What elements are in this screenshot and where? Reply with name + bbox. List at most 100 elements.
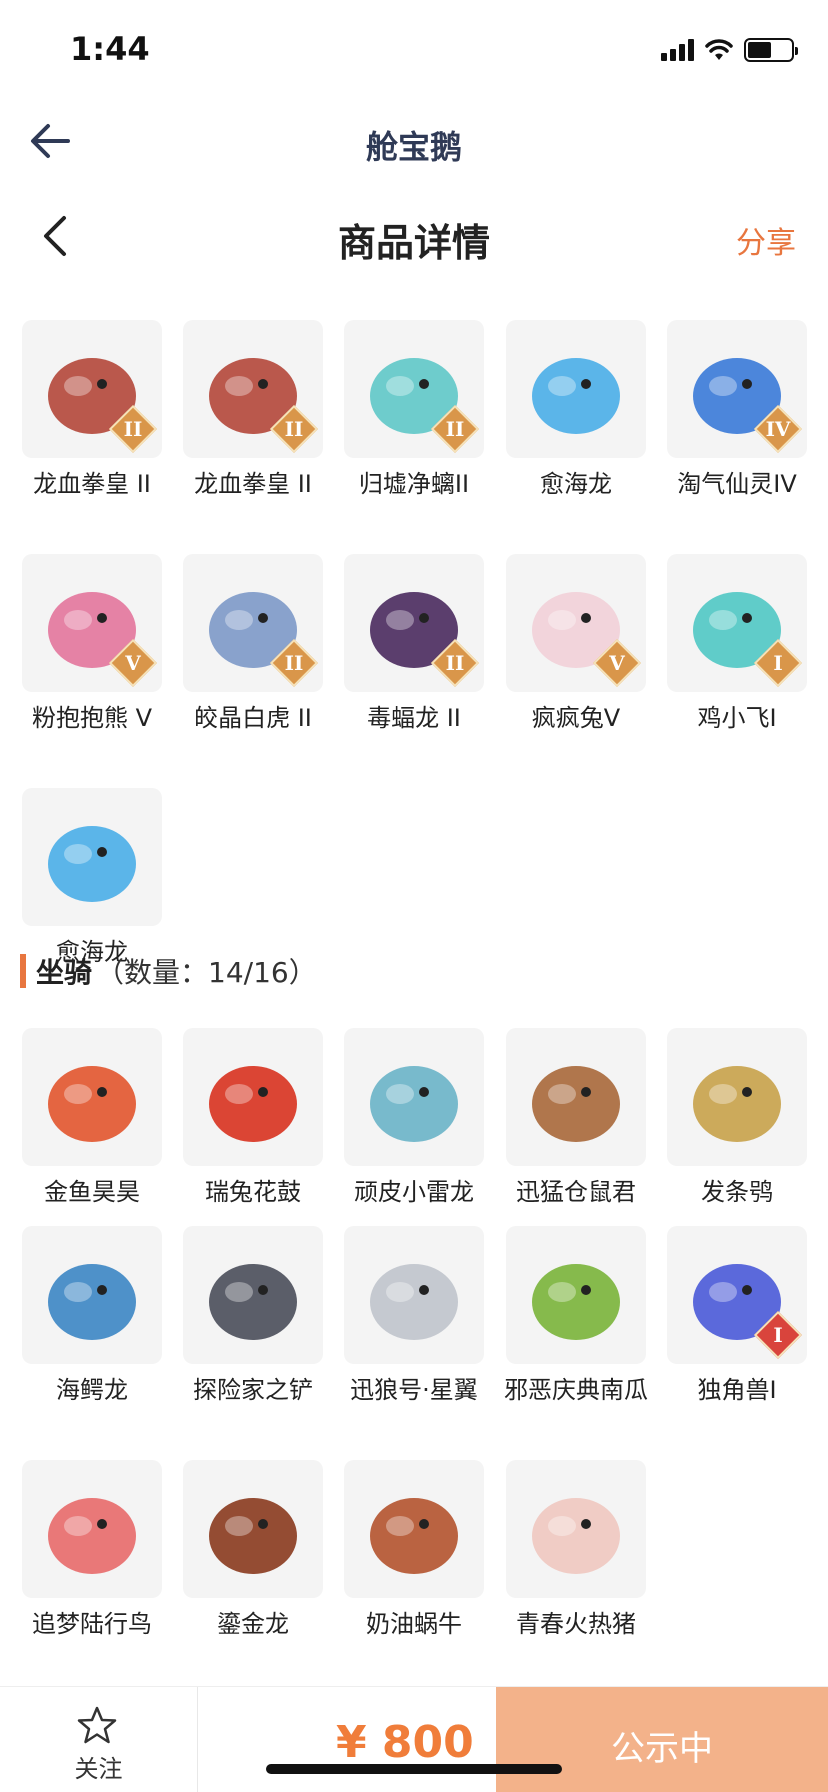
item-thumbnail xyxy=(506,1460,646,1598)
star-outline-icon xyxy=(77,1706,117,1744)
mount-item[interactable]: 金鱼昊昊 xyxy=(22,1028,162,1210)
item-label: 顽皮小雷龙 xyxy=(354,1178,474,1206)
item-label: 探险家之铲 xyxy=(193,1376,313,1404)
item-label: 迅狼号·星翼 xyxy=(350,1376,478,1404)
status-label: 公示中 xyxy=(611,1729,713,1769)
item-thumbnail xyxy=(22,788,162,926)
item-thumbnail xyxy=(183,1460,323,1598)
mount-item[interactable]: 邪恶庆典南瓜 xyxy=(504,1226,648,1408)
home-indicator xyxy=(266,1764,562,1774)
item-thumbnail: II xyxy=(22,320,162,458)
bottom-action-bar: 关注 ¥ 800 公示中 xyxy=(0,1686,828,1792)
item-image xyxy=(532,1066,620,1142)
signal-icon xyxy=(661,39,694,61)
mount-item[interactable]: 探险家之铲 xyxy=(183,1226,323,1408)
rank-badge-text: V xyxy=(125,651,141,675)
item-thumbnail xyxy=(344,1226,484,1364)
public-status-button[interactable]: 公示中 xyxy=(496,1687,828,1792)
pet-item[interactable]: II 归墟净螭II xyxy=(344,320,484,502)
item-thumbnail xyxy=(506,1226,646,1364)
item-image xyxy=(370,1066,458,1142)
page-title: 商品详情 xyxy=(337,221,490,265)
app-nav-bar: 舱宝鹅 xyxy=(0,100,828,182)
rank-badge-text: IV xyxy=(765,417,791,441)
pet-item[interactable]: II 毒蝠龙 II xyxy=(344,554,484,736)
mount-item[interactable]: 瑞兔花鼓 xyxy=(183,1028,323,1210)
item-label: 淘气仙灵IV xyxy=(677,470,797,498)
pet-item[interactable]: II 龙血拳皇 II xyxy=(183,320,323,502)
section-title-mounts: 坐骑 （数量：14/16） xyxy=(20,954,317,989)
item-label: 疯疯兔V xyxy=(531,704,621,732)
item-thumbnail: I xyxy=(667,554,807,692)
mount-item[interactable]: 海鳄龙 xyxy=(22,1226,162,1408)
mount-item[interactable]: 追梦陆行鸟 xyxy=(22,1460,162,1642)
item-label: 瑞兔花鼓 xyxy=(205,1178,301,1206)
mount-item[interactable]: I 独角兽I xyxy=(667,1226,807,1408)
item-label: 独角兽I xyxy=(697,1376,777,1404)
item-image xyxy=(532,358,620,434)
share-button[interactable]: 分享 xyxy=(736,218,796,262)
item-label: 奶油蜗牛 xyxy=(366,1610,462,1638)
wifi-icon xyxy=(705,39,733,60)
status-bar: 1:44 xyxy=(0,0,828,100)
item-image xyxy=(693,1066,781,1142)
item-thumbnail: V xyxy=(506,554,646,692)
item-label: 粉抱抱熊 V xyxy=(31,704,153,732)
item-thumbnail xyxy=(22,1226,162,1364)
item-thumbnail xyxy=(344,1028,484,1166)
follow-button[interactable]: 关注 xyxy=(0,1687,198,1792)
item-thumbnail: II xyxy=(344,320,484,458)
item-label: 发条鸮 xyxy=(701,1178,773,1206)
pet-item[interactable]: V 粉抱抱熊 V xyxy=(22,554,162,736)
item-thumbnail xyxy=(22,1028,162,1166)
rank-badge-text: I xyxy=(773,651,783,675)
pet-item[interactable]: 愈海龙 xyxy=(22,788,162,970)
item-thumbnail xyxy=(183,1226,323,1364)
pet-item[interactable]: I 鸡小飞I xyxy=(667,554,807,736)
mount-item[interactable]: 顽皮小雷龙 xyxy=(344,1028,484,1210)
item-thumbnail: II xyxy=(183,320,323,458)
mount-item[interactable]: 发条鸮 xyxy=(667,1028,807,1210)
mount-item[interactable]: 奶油蜗牛 xyxy=(344,1460,484,1642)
item-image xyxy=(370,1264,458,1340)
status-icons xyxy=(661,36,798,64)
item-label: 愈海龙 xyxy=(540,470,612,498)
pet-item[interactable]: II 龙血拳皇 II xyxy=(22,320,162,502)
follow-label: 关注 xyxy=(74,1755,123,1783)
item-thumbnail xyxy=(506,320,646,458)
battery-icon xyxy=(744,38,798,62)
item-thumbnail: IV xyxy=(667,320,807,458)
item-label: 海鳄龙 xyxy=(56,1376,128,1404)
item-image xyxy=(48,1066,136,1142)
item-image xyxy=(209,1498,297,1574)
item-image xyxy=(370,1498,458,1574)
item-image xyxy=(532,1264,620,1340)
item-image xyxy=(48,1498,136,1574)
mount-item[interactable]: 迅狼号·星翼 xyxy=(344,1226,484,1408)
pet-item[interactable]: IV 淘气仙灵IV xyxy=(667,320,807,502)
rank-badge-text: II xyxy=(284,417,304,441)
item-label: 皎晶白虎 II xyxy=(194,704,312,732)
item-thumbnail: I xyxy=(667,1226,807,1364)
item-label: 鎏金龙 xyxy=(217,1610,289,1638)
pet-item[interactable]: 愈海龙 xyxy=(506,320,646,502)
item-image xyxy=(209,1066,297,1142)
rank-badge-text: II xyxy=(123,417,143,441)
pet-item[interactable]: V 疯疯兔V xyxy=(506,554,646,736)
rank-badge-text: I xyxy=(773,1323,783,1347)
mount-item[interactable]: 迅猛仓鼠君 xyxy=(506,1028,646,1210)
item-label: 龙血拳皇 II xyxy=(33,470,151,498)
item-label: 追梦陆行鸟 xyxy=(32,1610,152,1638)
item-thumbnail xyxy=(22,1460,162,1598)
section-count: （数量：14/16） xyxy=(96,956,317,989)
item-label: 邪恶庆典南瓜 xyxy=(504,1376,648,1404)
mount-item[interactable]: 青春火热猪 xyxy=(506,1460,646,1642)
rank-badge-text: V xyxy=(609,651,625,675)
page-header: 商品详情 分享 xyxy=(0,200,828,274)
item-thumbnail xyxy=(506,1028,646,1166)
pet-item[interactable]: II 皎晶白虎 II xyxy=(183,554,323,736)
item-thumbnail: II xyxy=(344,554,484,692)
mount-item[interactable]: 鎏金龙 xyxy=(183,1460,323,1642)
item-label: 金鱼昊昊 xyxy=(44,1178,140,1206)
item-image xyxy=(209,1264,297,1340)
